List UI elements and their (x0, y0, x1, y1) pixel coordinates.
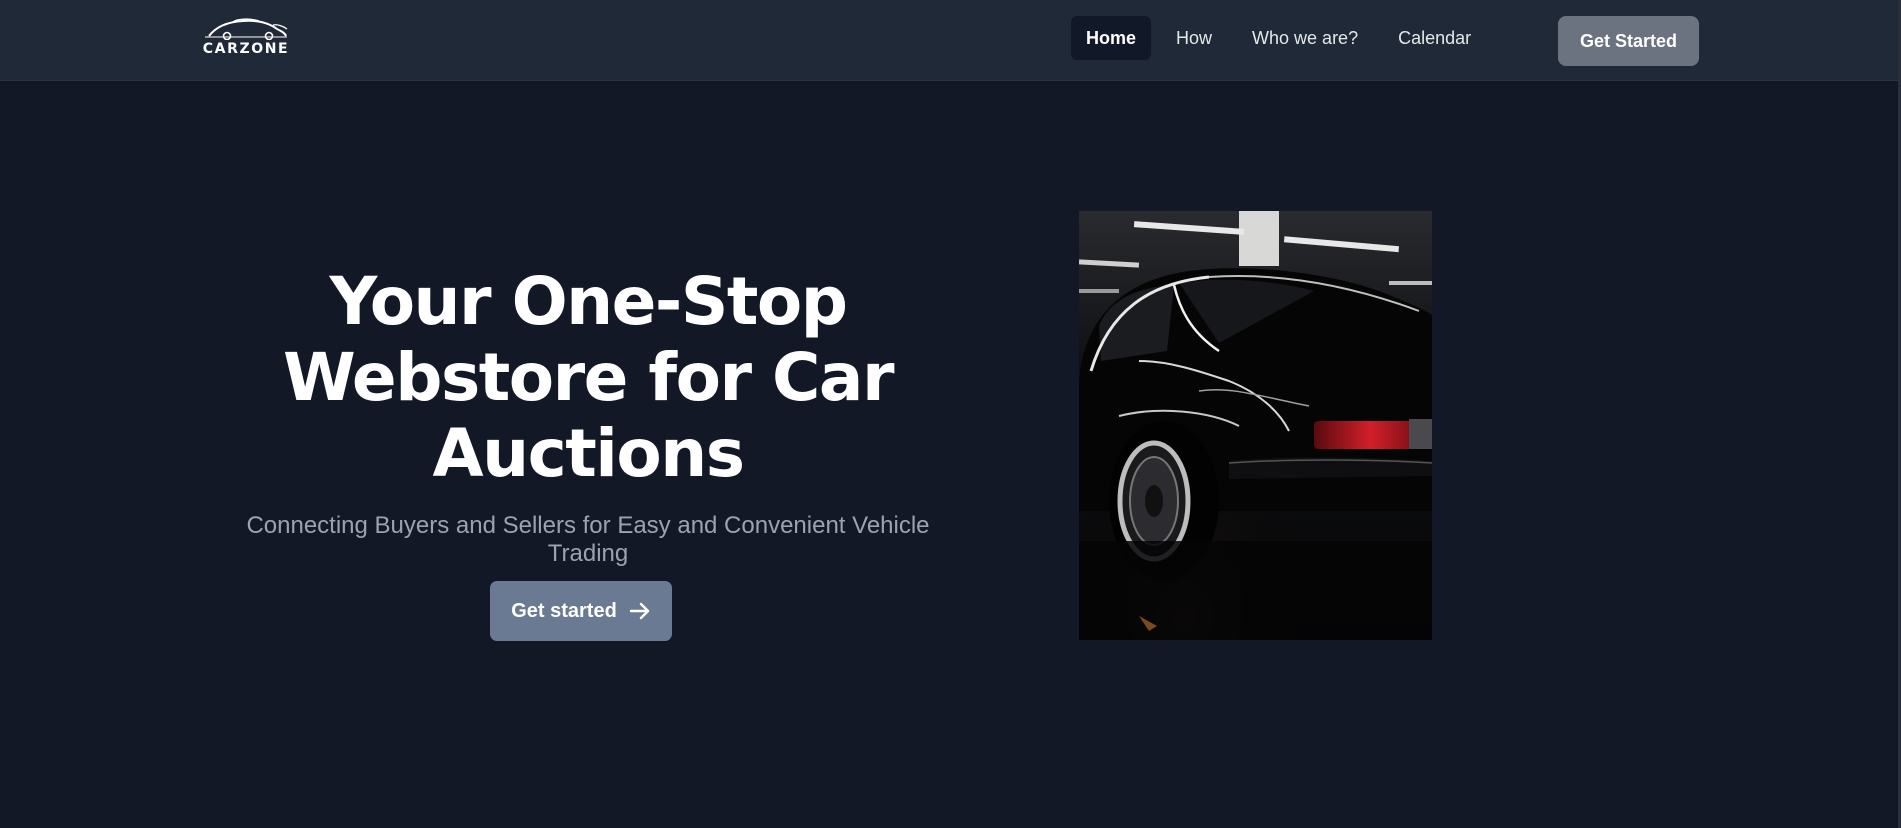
hero-title-line-3: Auctions (432, 415, 745, 492)
hero-subtitle: Connecting Buyers and Sellers for Easy a… (246, 512, 930, 567)
get-started-header-button[interactable]: Get Started (1558, 16, 1699, 66)
hero-title-line-1: Your One-Stop (329, 263, 848, 340)
arrow-right-icon (629, 602, 649, 620)
car-photo-illustration (1079, 211, 1432, 640)
brand-logo[interactable]: CARZONE (198, 16, 294, 64)
get-started-hero-label: Get started (511, 599, 617, 622)
hero-title-line-2: Webstore for Car (282, 339, 895, 416)
nav-item-calendar[interactable]: Calendar (1383, 16, 1486, 60)
navbar: CARZONE Home How Who we are? Calendar Ge… (0, 0, 1898, 81)
nav-item-how[interactable]: How (1161, 16, 1227, 60)
nav-item-home[interactable]: Home (1071, 16, 1152, 60)
nav-item-who-we-are[interactable]: Who we are? (1237, 16, 1373, 60)
page: CARZONE Home How Who we are? Calendar Ge… (0, 0, 1901, 828)
get-started-hero-button[interactable]: Get started (490, 581, 672, 641)
hero-title: Your One-Stop Webstore for Car Auctions (208, 264, 968, 492)
main-nav: Home How Who we are? Calendar (1071, 16, 1486, 60)
hero-section: Your One-Stop Webstore for Car Auctions … (208, 264, 968, 568)
hero-car-image (1079, 211, 1432, 640)
brand-name: CARZONE (202, 41, 290, 57)
car-silhouette-icon (205, 18, 288, 40)
